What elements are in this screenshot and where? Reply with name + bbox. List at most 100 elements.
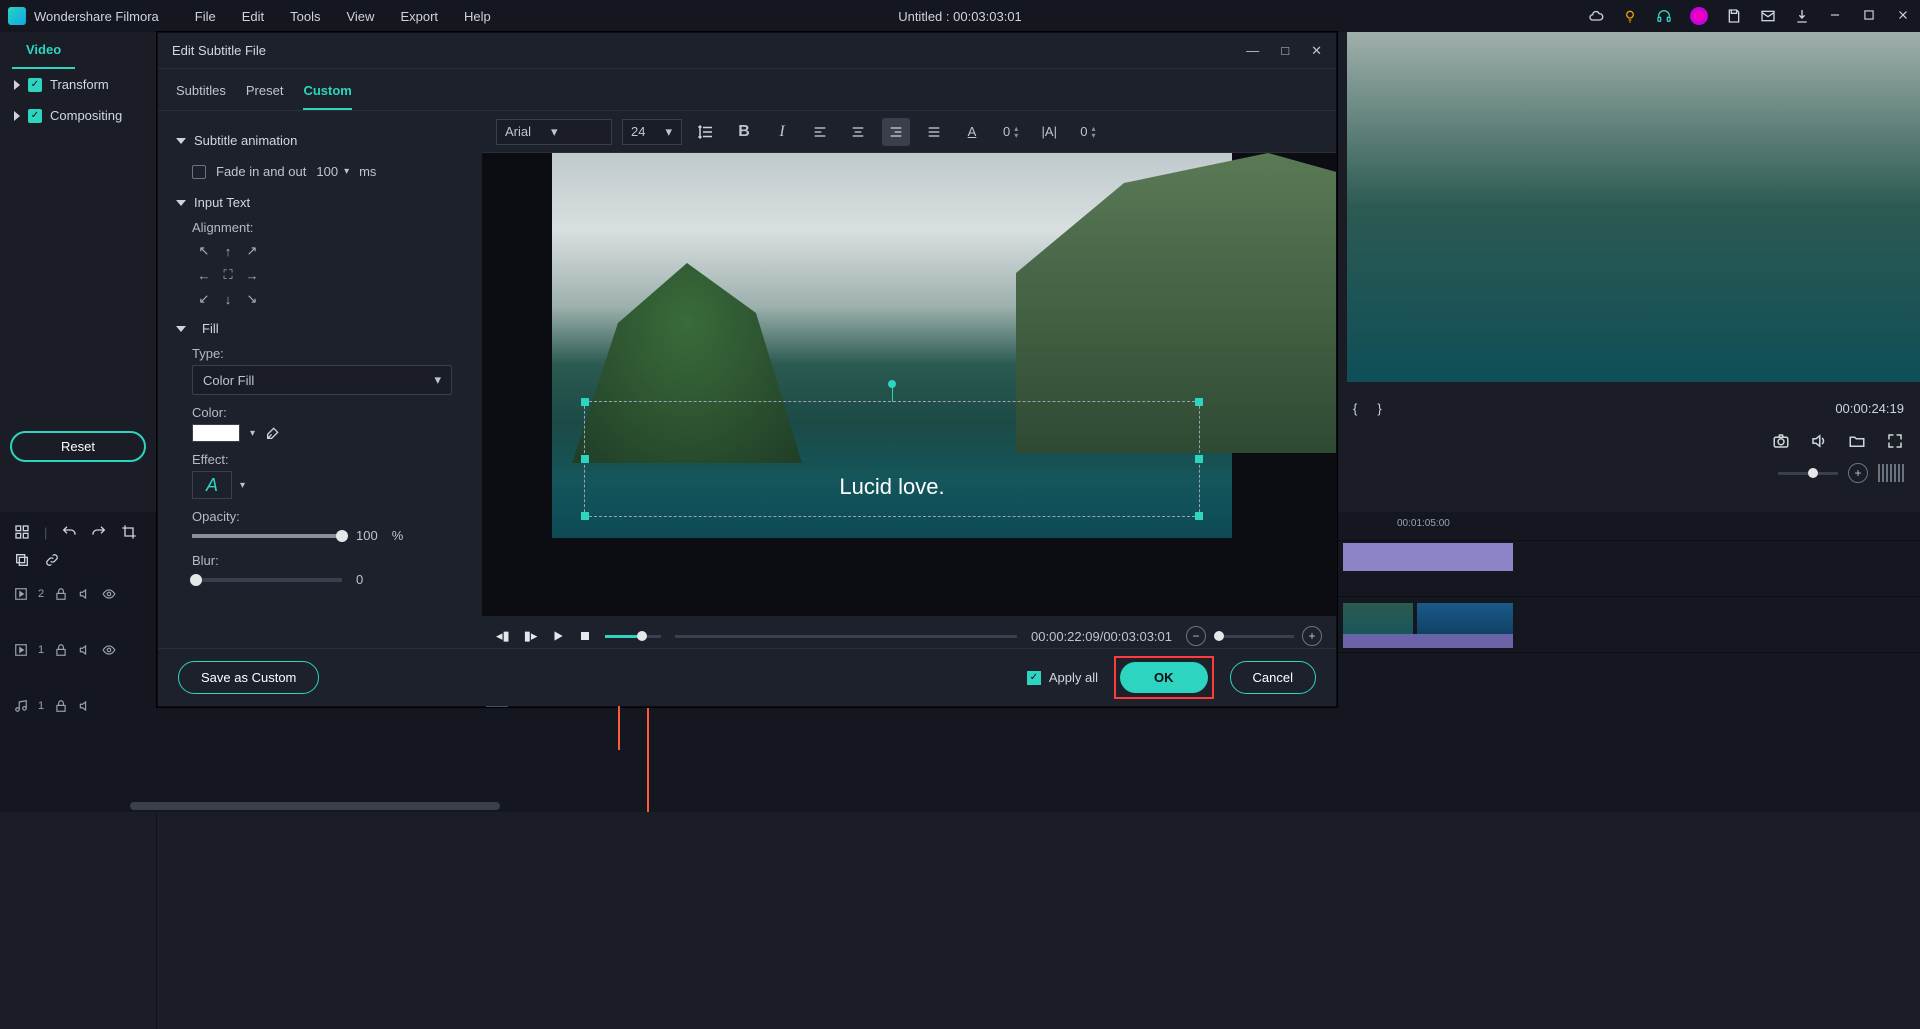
grid-icon[interactable]: [14, 524, 30, 540]
resize-handle[interactable]: [581, 512, 589, 520]
resize-handle[interactable]: [581, 398, 589, 406]
menu-file[interactable]: File: [187, 5, 224, 28]
speaker-icon[interactable]: [78, 643, 92, 657]
checkbox-icon[interactable]: [1027, 671, 1041, 685]
save-icon[interactable]: [1726, 8, 1742, 24]
align-t[interactable]: ↑: [216, 239, 240, 263]
brace-right[interactable]: }: [1377, 401, 1381, 416]
align-bl[interactable]: ↙: [192, 287, 216, 311]
blur-slider[interactable]: [192, 578, 342, 582]
play-square-icon[interactable]: [14, 643, 28, 657]
menu-help[interactable]: Help: [456, 5, 499, 28]
redo-icon[interactable]: [91, 524, 107, 540]
section-input-text[interactable]: Input Text: [176, 195, 464, 210]
align-c[interactable]: ⛶: [216, 263, 240, 287]
speaker-icon[interactable]: [78, 699, 92, 713]
font-select[interactable]: Arial▾: [496, 119, 612, 145]
align-l[interactable]: ←: [192, 263, 216, 287]
speaker-icon[interactable]: [78, 587, 92, 601]
align-center-button[interactable]: [844, 118, 872, 146]
mail-icon[interactable]: [1760, 8, 1776, 24]
link-icon[interactable]: [44, 552, 60, 566]
ok-button[interactable]: OK: [1120, 662, 1208, 693]
apply-all-checkbox[interactable]: Apply all: [1027, 670, 1098, 685]
next-frame-button[interactable]: ▮▸: [524, 628, 538, 644]
volume-slider[interactable]: [605, 635, 661, 638]
align-tl[interactable]: ↖: [192, 239, 216, 263]
window-close-icon[interactable]: [1896, 8, 1912, 24]
bold-button[interactable]: B: [730, 118, 758, 146]
tab-custom[interactable]: Custom: [303, 77, 351, 110]
checkbox-icon[interactable]: [28, 109, 42, 123]
window-minimize-icon[interactable]: [1828, 8, 1844, 24]
music-icon[interactable]: [14, 699, 28, 713]
resize-handle[interactable]: [1195, 398, 1203, 406]
subtitle-text[interactable]: Lucid love.: [585, 474, 1199, 500]
lock-icon[interactable]: [54, 587, 68, 601]
fade-value[interactable]: 100▾: [316, 164, 349, 179]
cancel-button[interactable]: Cancel: [1230, 661, 1316, 694]
align-right-button[interactable]: [882, 118, 910, 146]
align-b[interactable]: ↓: [216, 287, 240, 311]
subtitle-preview[interactable]: Lucid love.: [482, 153, 1336, 616]
menu-edit[interactable]: Edit: [234, 5, 272, 28]
zoom-in-button[interactable]: +: [1302, 626, 1322, 646]
eye-icon[interactable]: [102, 643, 116, 657]
cloud-icon[interactable]: [1588, 8, 1604, 24]
prop-compositing[interactable]: Compositing: [0, 100, 156, 131]
camera-icon[interactable]: [1772, 432, 1790, 450]
timeline-scrollbar[interactable]: [130, 802, 500, 810]
tab-subtitles[interactable]: Subtitles: [176, 77, 226, 110]
tl-clip-audio-inline[interactable]: [1343, 634, 1513, 648]
tab-preset[interactable]: Preset: [246, 77, 284, 110]
line-height-icon[interactable]: [692, 118, 720, 146]
bg-zoom-in-button[interactable]: +: [1848, 463, 1868, 483]
zoom-out-button[interactable]: −: [1186, 626, 1206, 646]
opacity-value[interactable]: 100: [356, 528, 378, 543]
menu-view[interactable]: View: [338, 5, 382, 28]
lock-icon[interactable]: [54, 699, 68, 713]
window-maximize-icon[interactable]: [1862, 8, 1878, 24]
inspector-tab-video[interactable]: Video: [12, 32, 75, 69]
fullscreen-icon[interactable]: [1886, 432, 1904, 450]
effect-preview[interactable]: A: [192, 471, 232, 499]
align-r[interactable]: →: [240, 263, 264, 287]
menu-tools[interactable]: Tools: [282, 5, 328, 28]
opacity-slider[interactable]: [192, 534, 342, 538]
resize-handle[interactable]: [581, 455, 589, 463]
crop-icon[interactable]: [121, 524, 137, 540]
color-swatch[interactable]: [192, 424, 240, 442]
copy-icon[interactable]: [14, 552, 30, 566]
reset-button[interactable]: Reset: [10, 431, 146, 462]
zoom-slider[interactable]: [1214, 635, 1294, 638]
eyedropper-icon[interactable]: [265, 425, 281, 441]
play-button[interactable]: [551, 629, 565, 643]
modal-maximize-icon[interactable]: □: [1281, 43, 1289, 59]
chevron-down-icon[interactable]: ▾: [250, 428, 255, 439]
prop-transform[interactable]: Transform: [0, 69, 156, 100]
resize-handle[interactable]: [1195, 455, 1203, 463]
headset-icon[interactable]: [1656, 8, 1672, 24]
size-select[interactable]: 24▾: [622, 119, 682, 145]
blur-value[interactable]: 0: [356, 572, 363, 587]
menu-export[interactable]: Export: [392, 5, 446, 28]
modal-minimize-icon[interactable]: —: [1246, 43, 1259, 59]
fade-checkbox[interactable]: [192, 165, 206, 179]
prev-frame-button[interactable]: ◂▮: [496, 628, 510, 644]
align-left-button[interactable]: [806, 118, 834, 146]
undo-icon[interactable]: [61, 524, 77, 540]
resize-handle[interactable]: [1195, 512, 1203, 520]
italic-button[interactable]: I: [768, 118, 796, 146]
tracking-input[interactable]: 0▴▾: [1073, 121, 1102, 142]
text-color-button[interactable]: A: [958, 118, 986, 146]
folder-icon[interactable]: [1848, 432, 1866, 450]
fill-type-dropdown[interactable]: Color Fill ▾: [192, 365, 452, 395]
eye-icon[interactable]: [102, 587, 116, 601]
align-tr[interactable]: ↗: [240, 239, 264, 263]
section-fill[interactable]: Fill: [176, 321, 464, 336]
tracking-icon[interactable]: |A|: [1035, 118, 1063, 146]
chevron-down-icon[interactable]: ▾: [240, 480, 245, 491]
brace-left[interactable]: {: [1353, 401, 1357, 416]
letter-spacing-input[interactable]: 0▴▾: [996, 121, 1025, 142]
save-as-custom-button[interactable]: Save as Custom: [178, 661, 319, 694]
